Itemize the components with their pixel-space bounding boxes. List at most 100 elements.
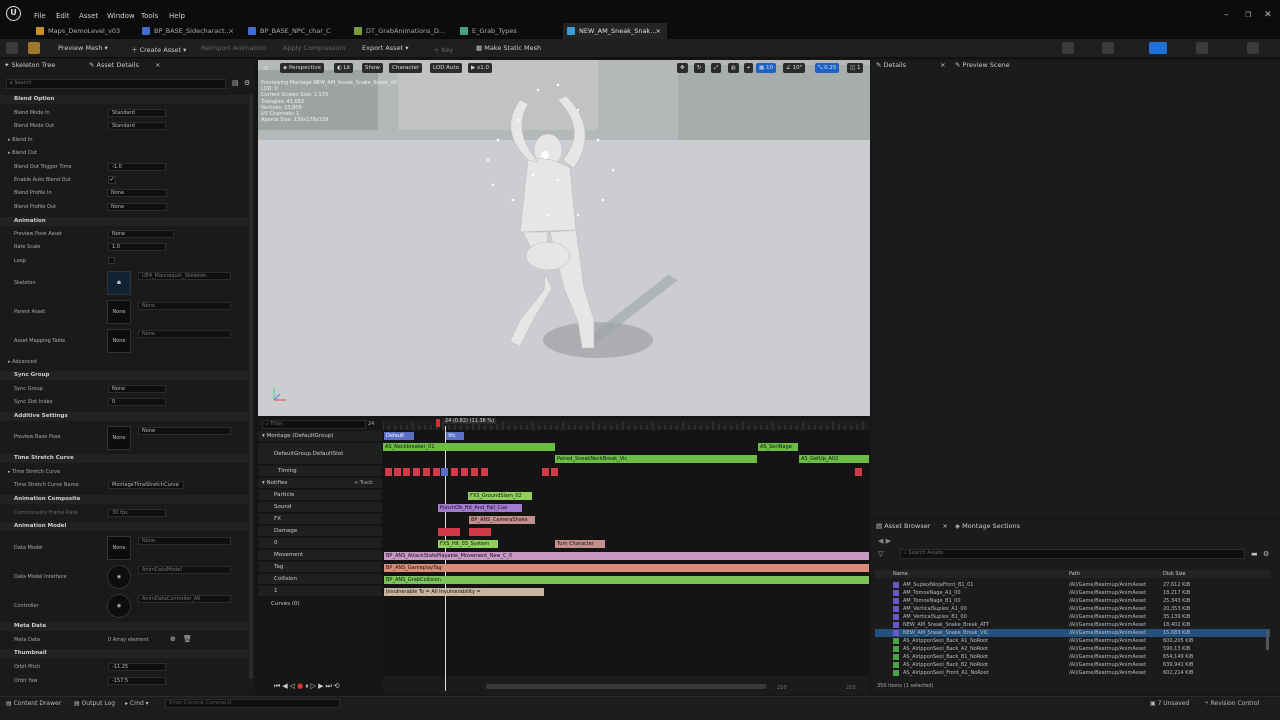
- col-disk-size[interactable]: Disk Size: [1163, 570, 1186, 578]
- rotate-icon[interactable]: ↻: [694, 63, 705, 73]
- time-stretch-curve-name-input[interactable]: MontageTimeStretchCurve: [108, 481, 184, 489]
- timing-marker[interactable]: [461, 468, 468, 476]
- menu-help[interactable]: Help: [169, 12, 185, 20]
- lit-button[interactable]: ◐ Lit: [334, 63, 354, 73]
- close-tab-icon[interactable]: ×: [155, 61, 160, 69]
- controller-thumbnail[interactable]: ◉: [107, 594, 131, 618]
- rate-scale-input[interactable]: 1.0: [108, 243, 166, 251]
- notify-invulnerable[interactable]: Invulnerable To = All Invulnerability =: [384, 588, 544, 596]
- transport-controls[interactable]: ⏮◀◁●⏸▷▶⏭⟲: [274, 682, 342, 691]
- tab-asset-browser[interactable]: ▤ Asset Browser ×: [876, 522, 948, 534]
- asset-row[interactable]: AS_AirIpponSeoi_Back_A1_NoRoot/All/Game/…: [875, 637, 1270, 645]
- advanced-expander[interactable]: ▸ Advanced: [8, 359, 37, 365]
- timeline-scrollbar[interactable]: [486, 684, 766, 689]
- apply-compression-button[interactable]: Apply Compression: [283, 44, 346, 52]
- timing-marker[interactable]: [413, 468, 420, 476]
- skeleton-thumbnail[interactable]: ☗: [107, 271, 131, 295]
- sync-group-input[interactable]: None: [108, 385, 166, 393]
- skeleton-mode-icon[interactable]: [1062, 42, 1074, 54]
- track-filter-input[interactable]: ⌕ Filter: [262, 420, 366, 429]
- save-icon[interactable]: [6, 42, 18, 54]
- timing-marker[interactable]: [471, 468, 478, 476]
- section-blend-option[interactable]: Blend Option: [0, 95, 248, 104]
- timing-marker[interactable]: [481, 468, 488, 476]
- notify-ground-slam[interactable]: FXS_GroundSlam_02: [468, 492, 532, 500]
- maximize-icon[interactable]: ❐: [1245, 11, 1251, 19]
- time-stretch-curve-expander[interactable]: ▸ Time Stretch Curve: [8, 469, 60, 475]
- asset-mapping-select[interactable]: None: [138, 330, 231, 338]
- preview-pose-asset-select[interactable]: None: [108, 230, 174, 238]
- parent-asset-thumbnail[interactable]: None: [107, 300, 131, 324]
- scale-snap-button[interactable]: ⤡ 0.25: [815, 63, 840, 73]
- unreal-logo-icon[interactable]: U: [6, 6, 21, 21]
- unsaved-indicator[interactable]: ▣ 7 Unsaved: [1150, 700, 1189, 707]
- settings-icon[interactable]: ⚙: [244, 79, 250, 87]
- preview-base-pose-thumbnail[interactable]: None: [107, 426, 131, 450]
- camera-speed-button[interactable]: ◫ 1: [847, 63, 864, 73]
- asset-mapping-thumbnail[interactable]: None: [107, 329, 131, 353]
- asset-row[interactable]: AM_VerticalSuplex_B1_00/All/Game/Beatmup…: [875, 613, 1270, 621]
- asset-list-scrollbar[interactable]: [1266, 630, 1269, 650]
- add-track-button[interactable]: + Track: [354, 480, 373, 486]
- playhead-marker[interactable]: [436, 419, 440, 427]
- tab-maps-demolevel[interactable]: Maps_DemoLevel_v03: [32, 23, 136, 39]
- tab-close-icon[interactable]: ×: [656, 23, 661, 39]
- section-vic[interactable]: Vic: [446, 432, 464, 440]
- asset-search-input[interactable]: ⌕ Search Assets: [900, 549, 1245, 559]
- tab-montage-sections[interactable]: ◈ Montage Sections: [955, 522, 1020, 534]
- tab-new-am-sneak[interactable]: NEW_AM_Sneak_Snak... ×: [563, 23, 667, 39]
- notify-movement-state[interactable]: BP_ANS_AttackStatePlayable_Movement_New_…: [384, 552, 869, 560]
- view-options-icon[interactable]: ▤: [232, 79, 239, 87]
- menu-edit[interactable]: Edit: [56, 12, 70, 20]
- parent-asset-select[interactable]: None: [138, 302, 231, 310]
- close-icon[interactable]: ✕: [1264, 10, 1272, 20]
- grid-snap-button[interactable]: ▦ 10: [756, 63, 776, 73]
- notify-grab-collision[interactable]: BP_ANS_GrabCollision: [384, 576, 869, 584]
- label-blend-out[interactable]: ▸ Blend Out: [8, 150, 37, 156]
- section-animation-model[interactable]: Animation Model: [0, 522, 248, 531]
- content-drawer-button[interactable]: ▤ Content Drawer: [6, 700, 61, 707]
- reimport-animation-button[interactable]: Reimport Animation: [201, 44, 266, 52]
- data-model-thumbnail[interactable]: None: [107, 536, 131, 560]
- browse-icon[interactable]: [28, 42, 40, 54]
- tab-asset-details[interactable]: ✎ Asset Details ×: [89, 61, 160, 73]
- menu-file[interactable]: File: [34, 12, 46, 20]
- tab-preview-scene[interactable]: ✎ Preview Scene: [955, 61, 1010, 73]
- timing-marker[interactable]: [394, 468, 401, 476]
- notify-hit-system[interactable]: FXS_Hit_03_System: [438, 540, 498, 548]
- tab-close-icon[interactable]: ×: [229, 23, 234, 39]
- tab-skeleton-tree[interactable]: ✦ Skeleton Tree: [4, 61, 55, 73]
- sync-slot-input[interactable]: 0: [108, 398, 166, 406]
- asset-row[interactable]: AM_SuplexNinjaFront_B1_01/All/Game/Beatm…: [875, 581, 1270, 589]
- back-icon[interactable]: ◀ ▶: [878, 537, 891, 545]
- animation-mode-icon[interactable]: [1149, 42, 1167, 54]
- section-additive-settings[interactable]: Additive Settings: [0, 412, 248, 421]
- data-model-interface-select[interactable]: AnimDataModel: [138, 566, 231, 574]
- blend-profile-out-select[interactable]: None: [107, 203, 167, 211]
- orbit-yaw-input[interactable]: -157.5: [108, 677, 166, 685]
- data-model-interface-thumbnail[interactable]: ◉: [107, 565, 131, 589]
- menu-asset[interactable]: Asset: [79, 12, 98, 20]
- settings-icon[interactable]: ⚙: [1263, 550, 1269, 558]
- perspective-button[interactable]: ◈ Perspective: [280, 63, 324, 73]
- label-blend-in[interactable]: ▸ Blend In: [8, 137, 33, 143]
- segment-neckbreaker[interactable]: AS_Neckbreaker_01: [383, 443, 555, 451]
- console-command-input[interactable]: Enter Console Command: [165, 699, 340, 708]
- asset-row[interactable]: AS_AirIpponSeoi_Back_B2_NoRoot/All/Game/…: [875, 661, 1270, 669]
- timing-marker[interactable]: [441, 468, 448, 476]
- segment-getup[interactable]: AS_GetUp_A02: [799, 455, 869, 463]
- output-log-button[interactable]: ▤ Output Log: [74, 700, 115, 707]
- notify-gameplay-tag[interactable]: BP_ANS_GameplayTag: [384, 564, 869, 572]
- timing-marker[interactable]: [423, 468, 430, 476]
- mesh-mode-icon[interactable]: [1102, 42, 1114, 54]
- controller-select[interactable]: AnimDataController_A6: [138, 595, 231, 603]
- close-tab-icon[interactable]: ×: [942, 522, 947, 530]
- asset-row[interactable]: AS_AirIpponSeoi_Back_A2_NoRoot/All/Game/…: [875, 645, 1270, 653]
- notify-damage-1[interactable]: [438, 528, 460, 536]
- viewport-menu-icon[interactable]: ≡: [263, 64, 269, 72]
- preview-base-pose-select[interactable]: None: [138, 427, 231, 435]
- commonality-frame-rate-select[interactable]: 30 fps: [108, 509, 166, 517]
- section-time-stretch-curve[interactable]: Time Stretch Curve: [0, 454, 248, 463]
- world-local-icon[interactable]: ◍: [728, 63, 739, 73]
- filter-icon[interactable]: ▽: [878, 550, 883, 558]
